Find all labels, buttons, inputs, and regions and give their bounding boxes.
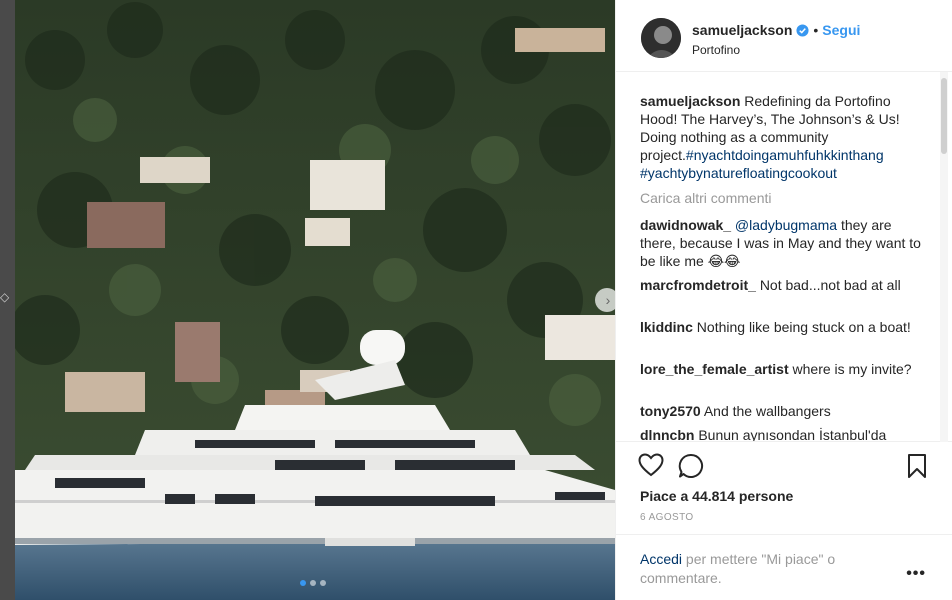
more-options-icon[interactable]: ••• (906, 565, 926, 583)
login-link[interactable]: Accedi (640, 551, 682, 567)
comment-username[interactable]: dlnncbn (640, 427, 694, 441)
comment-item: tony2570 And the wallbangers (640, 402, 925, 420)
comments-scrollbar-thumb[interactable] (941, 78, 947, 154)
speech-bubble-icon (678, 453, 703, 478)
heart-icon (638, 453, 664, 477)
hashtag-link[interactable]: #yachtybynaturefloatingcookout (640, 165, 837, 181)
comment-item: dlnncbn Bunun aynısondan İstanbul'da (640, 426, 925, 442)
left-edge-icon: ◇ (0, 290, 10, 304)
carousel-dot-3 (320, 580, 326, 586)
save-button[interactable] (907, 453, 927, 484)
carousel-dot-2 (310, 580, 316, 586)
post-side-panel: samueljackson • Segui Portofino samuelja… (615, 0, 952, 600)
verified-badge-icon (796, 23, 809, 37)
avatar[interactable] (641, 18, 681, 58)
comment-text: where is my invite? (792, 361, 912, 377)
comment-item: lkiddinc Nothing like being stuck on a b… (640, 318, 925, 336)
login-text: Accedi per mettere "Mi piace" o commenta… (640, 550, 880, 588)
post-header: samueljackson • Segui Portofino (616, 0, 952, 72)
username-row: samueljackson • Segui (692, 22, 860, 38)
mention-link[interactable]: @ladybugmama (735, 217, 837, 233)
hashtag-link[interactable]: #nyachtdoingamuhfuhkkinthang (686, 147, 884, 163)
next-photo-button[interactable]: › (595, 288, 615, 312)
comment-item: dawidnowak_ @ladybugmama they are there,… (640, 216, 925, 270)
carousel-dots (300, 580, 326, 586)
comment-username[interactable]: tony2570 (640, 403, 701, 419)
carousel-dot-1 (300, 580, 306, 586)
yacht-photo-image (15, 0, 615, 600)
chevron-right-icon: › (605, 292, 611, 308)
likes-count[interactable]: Piace a 44.814 persone (640, 488, 793, 504)
separator-dot: • (813, 22, 819, 38)
like-button[interactable] (638, 453, 664, 482)
comment-item: marcfromdetroit_ Not bad...not bad at al… (640, 276, 925, 294)
comment-username[interactable]: marcfromdetroit_ (640, 277, 756, 293)
bookmark-icon (908, 454, 926, 478)
comment-username[interactable]: dawidnowak_ (640, 217, 731, 233)
backdrop-left: ◇ (0, 0, 15, 600)
comment-text: Bunun aynısondan İstanbul'da (698, 427, 887, 442)
comment-text: Nothing like being stuck on a boat! (696, 319, 911, 335)
post-photo[interactable]: › (15, 0, 615, 600)
username-link[interactable]: samueljackson (692, 22, 792, 38)
comment-text: And the wallbangers (703, 403, 831, 419)
load-more-comments-button[interactable]: Carica altri commenti (640, 190, 771, 206)
follow-button[interactable]: Segui (822, 22, 860, 38)
comment-button[interactable] (678, 453, 704, 484)
login-prompt: Accedi per mettere "Mi piace" o commenta… (616, 534, 952, 600)
post-actions: Piace a 44.814 persone 6 AGOSTO (616, 442, 952, 542)
comments-list[interactable]: samueljackson Redefining da Portofino Ho… (616, 72, 952, 442)
comment-item: lore_the_female_artist where is my invit… (640, 360, 925, 378)
comment-username[interactable]: lkiddinc (640, 319, 693, 335)
location-link[interactable]: Portofino (692, 43, 740, 57)
comment-username[interactable]: lore_the_female_artist (640, 361, 789, 377)
caption-username[interactable]: samueljackson (640, 93, 740, 109)
avatar-image (641, 18, 681, 58)
caption: samueljackson Redefining da Portofino Ho… (640, 92, 925, 182)
post-date: 6 AGOSTO (640, 512, 694, 523)
comment-text: Not bad...not bad at all (759, 277, 901, 293)
